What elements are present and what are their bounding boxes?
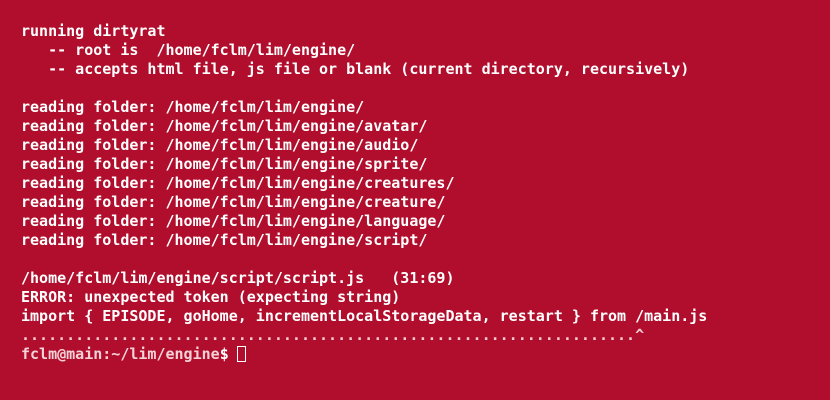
output-folder-line: reading folder: /home/fclm/lim/engine/au… <box>21 136 419 154</box>
terminal-window[interactable]: running dirtyrat -- root is /home/fclm/l… <box>21 22 821 392</box>
output-running-line: running dirtyrat <box>21 22 166 40</box>
prompt-user-host: fclm@main <box>21 345 103 363</box>
error-location-line: /home/fclm/lim/engine/script/script.js (… <box>21 269 455 287</box>
text-cursor[interactable] <box>236 346 246 362</box>
prompt-symbol: $ <box>219 345 229 363</box>
output-folder-line: reading folder: /home/fclm/lim/engine/sc… <box>21 231 428 249</box>
error-message-line: ERROR: unexpected token (expecting strin… <box>21 288 401 306</box>
output-folder-line: reading folder: /home/fclm/lim/engine/sp… <box>21 155 428 173</box>
prompt-path: :~/lim/engine <box>102 345 220 363</box>
output-folder-line: reading folder: /home/fclm/lim/engine/cr… <box>21 174 455 192</box>
output-folder-line: reading folder: /home/fclm/lim/engine/cr… <box>21 193 446 211</box>
error-source-line: import { EPISODE, goHome, incrementLocal… <box>21 307 708 325</box>
shell-prompt[interactable]: fclm@main:~/lim/engine$ <box>21 345 821 364</box>
output-accepts-line: -- accepts html file, js file or blank (… <box>21 60 690 78</box>
output-folder-line: reading folder: /home/fclm/lim/engine/av… <box>21 117 428 135</box>
error-marker-line: ........................................… <box>21 326 645 344</box>
output-folder-line: reading folder: /home/fclm/lim/engine/la… <box>21 212 446 230</box>
output-folder-line: reading folder: /home/fclm/lim/engine/ <box>21 98 365 116</box>
output-root-line: -- root is /home/fclm/lim/engine/ <box>21 41 356 59</box>
